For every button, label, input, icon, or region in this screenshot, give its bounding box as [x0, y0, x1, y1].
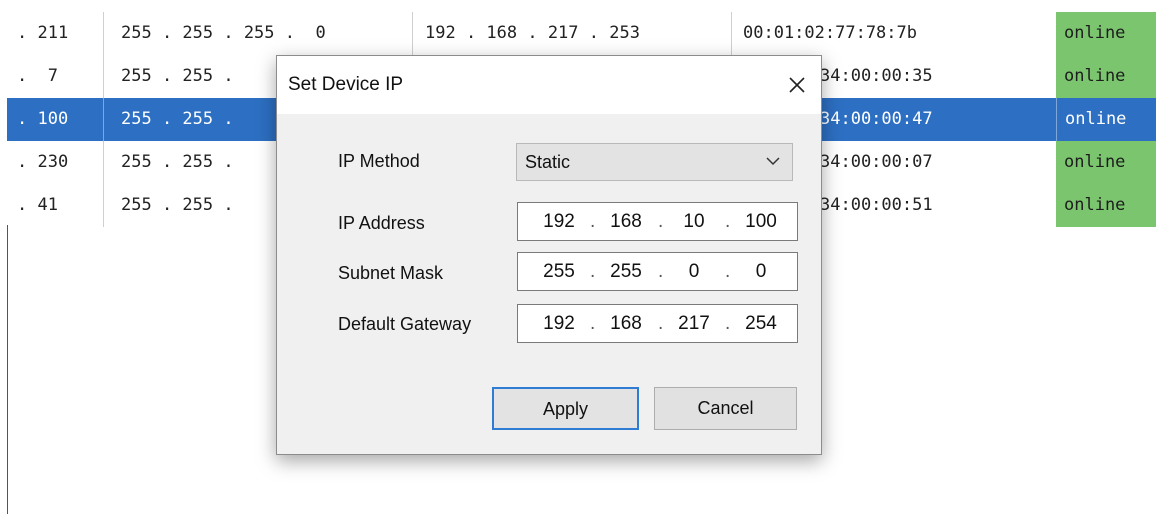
mask-cell: 255 . 255 . 255 . 0 — [121, 23, 326, 43]
default-gateway-label: Default Gateway — [338, 314, 472, 334]
column-divider — [412, 12, 413, 55]
close-button[interactable] — [779, 68, 815, 102]
chevron-down-icon — [766, 157, 780, 166]
default-gateway-field[interactable]: 192 . 168 . 217 . 254 — [517, 304, 798, 343]
ip-address-field[interactable]: 192 . 168 . 10 . 100 — [517, 202, 798, 241]
ip-method-select[interactable]: Static — [516, 143, 793, 181]
subnet-mask-field[interactable]: 255 . 255 . 0 . 0 — [517, 252, 798, 291]
ip-tail-cell: . 211 — [17, 23, 69, 43]
ip-tail-cell: . 100 — [17, 109, 69, 129]
column-divider — [103, 12, 104, 55]
column-divider — [103, 55, 104, 98]
subnet-mask-octet-1[interactable]: 255 — [536, 253, 582, 290]
column-divider — [103, 141, 104, 184]
octet-separator: . — [590, 261, 596, 282]
status-cell: online — [1056, 55, 1156, 98]
octet-separator: . — [725, 211, 731, 232]
apply-button[interactable]: Apply — [492, 387, 639, 430]
table-row[interactable]: . 211 255 . 255 . 255 . 0 192 . 168 . 21… — [7, 12, 1156, 55]
mac-cell: 34:00:00:07 — [820, 152, 933, 172]
default-gateway-octet-2[interactable]: 168 — [603, 305, 649, 342]
mask-cell: 255 . 255 . — [121, 152, 234, 172]
ip-tail-cell: . 41 — [17, 195, 58, 215]
subnet-mask-octet-3[interactable]: 0 — [671, 253, 717, 290]
status-cell: online — [1056, 98, 1156, 141]
ip-address-octet-4[interactable]: 100 — [738, 203, 784, 240]
mac-cell: 34:00:00:47 — [820, 109, 933, 129]
subnet-mask-label: Subnet Mask — [338, 263, 444, 283]
octet-separator: . — [590, 211, 596, 232]
dialog-titlebar[interactable]: Set Device IP — [277, 56, 821, 114]
mask-cell: 255 . 255 . — [121, 195, 234, 215]
column-divider — [731, 12, 732, 55]
octet-separator: . — [658, 313, 664, 334]
column-divider — [103, 98, 104, 141]
cancel-button[interactable]: Cancel — [654, 387, 797, 430]
dialog-title: Set Device IP — [288, 74, 404, 95]
table-left-border — [7, 225, 8, 514]
mask-cell: 255 . 255 . — [121, 109, 234, 129]
octet-separator: . — [590, 313, 596, 334]
ip-tail-cell: . 7 — [17, 66, 58, 86]
mask-cell: 255 . 255 . — [121, 66, 234, 86]
octet-separator: . — [658, 211, 664, 232]
octet-separator: . — [725, 313, 731, 334]
mac-cell: 34:00:00:51 — [820, 195, 933, 215]
default-gateway-octet-4[interactable]: 254 — [738, 305, 784, 342]
mac-cell: 34:00:00:35 — [820, 66, 933, 86]
mac-cell: 00:01:02:77:78:7b — [743, 23, 917, 43]
ip-tail-cell: . 230 — [17, 152, 69, 172]
column-divider — [103, 184, 104, 227]
status-cell: online — [1056, 184, 1156, 227]
subnet-mask-octet-4[interactable]: 0 — [738, 253, 784, 290]
ip-method-label: IP Method — [338, 151, 420, 171]
ip-address-label: IP Address — [338, 213, 425, 233]
status-cell: online — [1056, 141, 1156, 184]
default-gateway-octet-1[interactable]: 192 — [536, 305, 582, 342]
gateway-cell: 192 . 168 . 217 . 253 — [425, 23, 640, 43]
subnet-mask-octet-2[interactable]: 255 — [603, 253, 649, 290]
close-icon — [789, 77, 805, 93]
ip-address-octet-2[interactable]: 168 — [603, 203, 649, 240]
set-device-ip-dialog: Set Device IP IP Method Static IP Addres… — [276, 55, 822, 455]
status-cell: online — [1056, 12, 1156, 55]
octet-separator: . — [725, 261, 731, 282]
ip-method-value: Static — [525, 152, 571, 172]
octet-separator: . — [658, 261, 664, 282]
ip-address-octet-1[interactable]: 192 — [536, 203, 582, 240]
default-gateway-octet-3[interactable]: 217 — [671, 305, 717, 342]
ip-address-octet-3[interactable]: 10 — [671, 203, 717, 240]
